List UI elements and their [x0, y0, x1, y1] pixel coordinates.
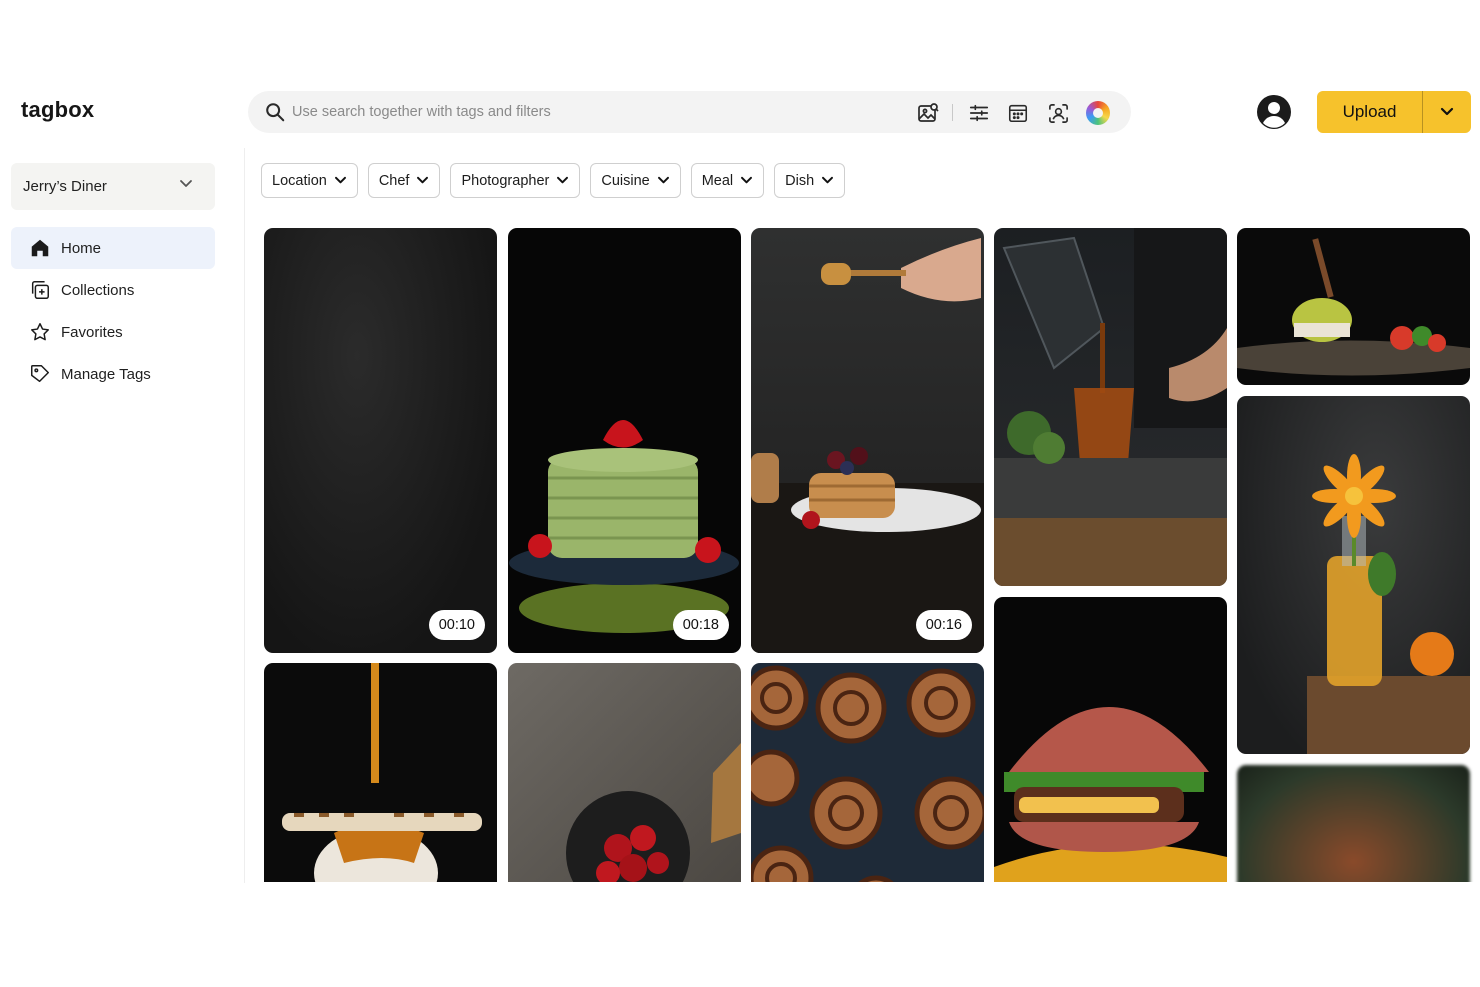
photo-thumbnail[interactable]: [994, 228, 1227, 586]
photo-thumbnail[interactable]: [508, 663, 741, 882]
video-duration: 00:16: [915, 610, 972, 640]
dessert-photo: [282, 663, 482, 882]
pancake-stack-photo: [509, 420, 739, 633]
strawberries-photo: [566, 743, 741, 882]
photo-thumbnail[interactable]: [1237, 396, 1470, 754]
photo-thumbnail[interactable]: [1237, 765, 1470, 882]
burger-photo: [994, 707, 1227, 882]
photo-thumbnail[interactable]: [264, 663, 497, 882]
video-thumbnail[interactable]: 00:10: [264, 228, 497, 653]
media-gallery: 00:10 00:18 00:16: [0, 0, 1480, 882]
photo-thumbnail[interactable]: [1237, 228, 1470, 385]
orange-juice-flower-photo: [1307, 454, 1470, 754]
photo-thumbnail[interactable]: [751, 663, 984, 882]
photo-thumbnail[interactable]: [994, 597, 1227, 882]
video-thumbnail[interactable]: 00:16: [751, 228, 984, 653]
video-duration: 00:10: [428, 610, 485, 640]
pancakes-honey-photo: [751, 238, 984, 653]
cinnamon-rolls-photo: [751, 665, 984, 882]
slider-plate-photo: [1237, 238, 1470, 376]
video-duration: 00:18: [672, 610, 729, 640]
video-thumbnail[interactable]: 00:18: [508, 228, 741, 653]
iced-coffee-photo: [994, 228, 1227, 586]
